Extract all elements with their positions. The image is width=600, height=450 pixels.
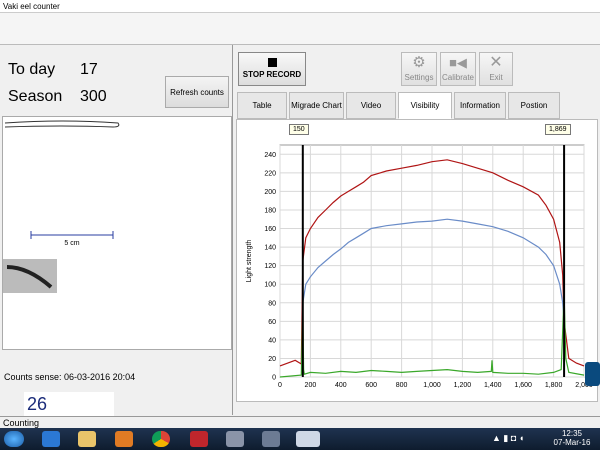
x-tick-label: 1,200 (454, 382, 472, 389)
tray-icons[interactable]: ▲ ▮ ◘ ◖ (492, 433, 524, 444)
y-axis-label: Light strength (246, 240, 253, 283)
scroll-handle[interactable] (585, 362, 600, 386)
refresh-counts-label: Refresh counts (170, 87, 224, 97)
y-tick-label: 140 (264, 245, 276, 252)
calculator-icon[interactable] (226, 431, 244, 447)
exit-label: Exit (489, 73, 503, 82)
clock-time: 12:35 (561, 429, 583, 438)
eel-image-svg: 5 cm (3, 120, 120, 293)
x-tick-label: 200 (305, 382, 317, 389)
window-title: Vaki eel counter (3, 2, 60, 11)
y-tick-label: 200 (264, 189, 276, 196)
calibrate-label: Calibrate (441, 73, 474, 82)
y-tick-label: 160 (264, 226, 276, 233)
top-bar (0, 13, 600, 45)
y-tick-label: 180 (264, 207, 276, 214)
status-bar: Counting (0, 416, 600, 428)
y-tick-label: 120 (264, 263, 276, 270)
left-marker-label[interactable]: 150 (289, 124, 309, 135)
tab-table[interactable]: Table (237, 92, 287, 119)
app-icon[interactable] (190, 431, 208, 447)
x-tick-label: 400 (335, 382, 347, 389)
y-tick-label: 80 (268, 300, 276, 307)
tab-information[interactable]: Information (454, 92, 506, 119)
vaki-counter-icon[interactable] (296, 431, 320, 447)
clock-date: 07-Mar-16 (553, 438, 591, 447)
x-tick-label: 1,800 (545, 382, 563, 389)
tab-label: Information (459, 101, 501, 110)
tab-video[interactable]: Video (346, 92, 396, 119)
tab-label: Video (360, 101, 382, 110)
y-tick-label: 40 (268, 337, 276, 344)
calibrate-button[interactable]: ■◀ Calibrate (440, 52, 476, 86)
tab-label: Visibility (410, 101, 440, 110)
tab-visibility[interactable]: Visibility (398, 92, 452, 119)
count-display: 26 (24, 392, 114, 416)
stop-icon (267, 58, 277, 67)
settings-button[interactable]: ⚙ Settings (401, 52, 437, 86)
x-tick-label: 1,400 (484, 382, 502, 389)
close-icon: ✕ (489, 54, 503, 71)
clock[interactable]: 12:35 07-Mar-16 (552, 429, 592, 447)
tab-postion[interactable]: Postion (508, 92, 560, 119)
today-label: To day (8, 61, 56, 78)
season-label: Season (8, 88, 63, 105)
status-text: Counting (3, 418, 40, 428)
y-tick-label: 240 (264, 152, 276, 159)
y-tick-label: 60 (268, 319, 276, 326)
x-tick-label: 1,000 (423, 382, 441, 389)
refresh-counts-button[interactable]: Refresh counts (165, 76, 229, 108)
today-value: 17 (80, 61, 98, 78)
right-marker-label[interactable]: 1,869 (545, 124, 571, 135)
counts-sense: Counts sense: 06-03-2016 20:04 (4, 372, 136, 382)
tab-migrade-chart[interactable]: Migrade Chart (289, 92, 344, 119)
media-player-icon[interactable] (115, 431, 133, 447)
remote-desktop-icon[interactable] (262, 431, 280, 447)
eel-outline (4, 120, 120, 128)
y-tick-label: 20 (268, 356, 276, 363)
camera-icon: ■◀ (449, 55, 467, 70)
eel-image-area: 5 cm (2, 116, 232, 350)
x-tick-label: 0 (278, 382, 282, 389)
gear-icon: ⚙ (412, 54, 426, 71)
season-value: 300 (80, 88, 107, 105)
title-bar: Vaki eel counter (0, 0, 600, 13)
x-tick-label: 600 (365, 382, 377, 389)
y-tick-label: 0 (272, 375, 276, 382)
tab-label: Table (252, 101, 272, 110)
start-button-icon[interactable] (4, 431, 24, 447)
scale-label: 5 cm (64, 240, 79, 247)
stop-record-label: STOP RECORD (242, 70, 302, 79)
y-tick-label: 220 (264, 170, 276, 177)
x-tick-label: 1,600 (514, 382, 532, 389)
visibility-chart: 0 20 40 60 80 100 120 140 160 180 200 220 240 0 200 400… (246, 144, 593, 389)
settings-label: Settings (404, 73, 434, 82)
exit-button[interactable]: ✕ Exit (479, 52, 513, 86)
internet-explorer-icon[interactable] (42, 431, 60, 447)
tab-label: Migrade Chart (291, 101, 342, 110)
x-tick-label: 800 (396, 382, 408, 389)
eel-thumbnail (3, 259, 57, 293)
stop-record-button[interactable]: STOP RECORD (238, 52, 306, 86)
file-explorer-icon[interactable] (78, 431, 96, 447)
tab-label: Postion (520, 101, 548, 110)
chrome-icon[interactable] (152, 431, 170, 447)
y-tick-label: 100 (264, 282, 276, 289)
visibility-chart-frame: 0 20 40 60 80 100 120 140 160 180 200 220 240 0 200 400… (236, 119, 598, 402)
taskbar: ▲ ▮ ◘ ◖ 12:35 07-Mar-16 (0, 428, 600, 450)
